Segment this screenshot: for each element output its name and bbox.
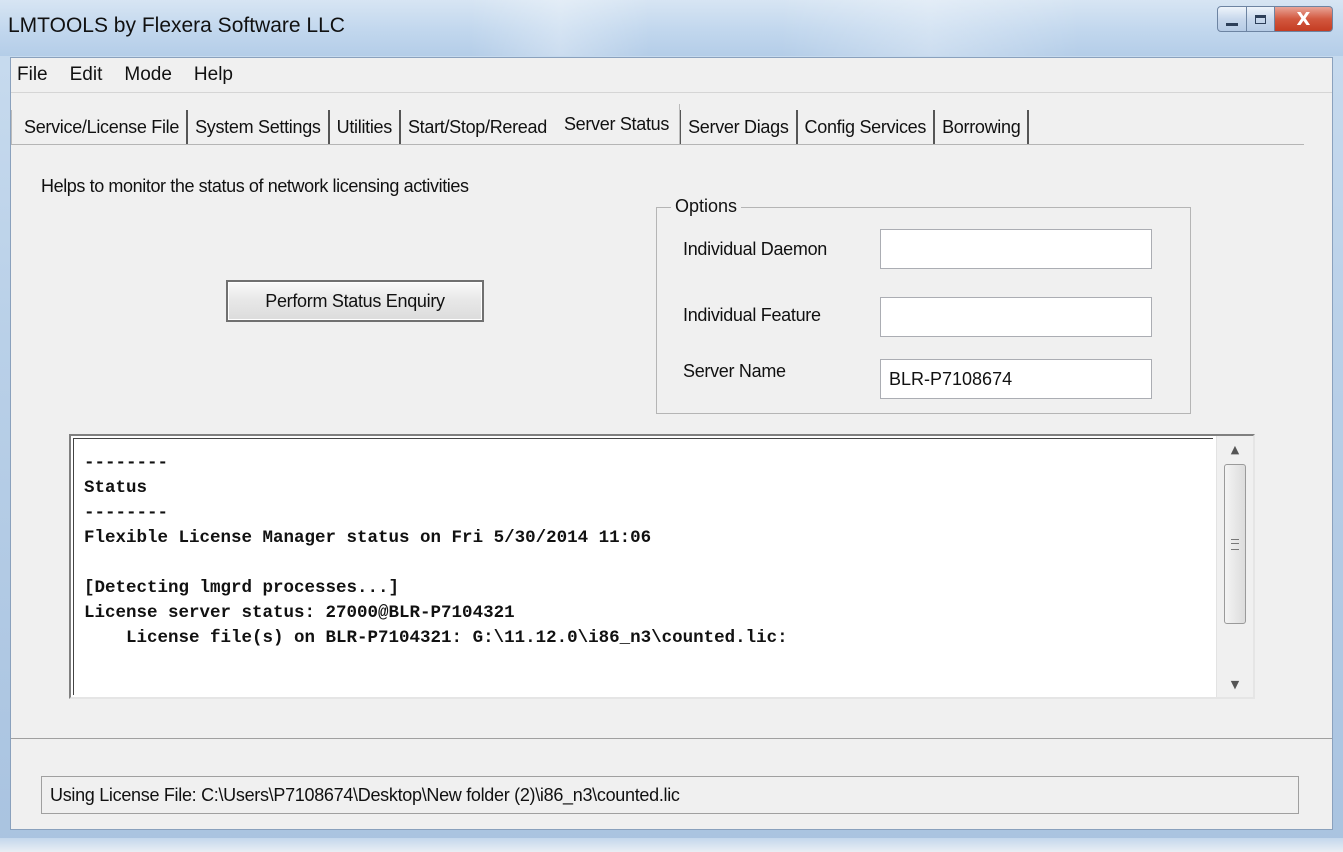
- menu-mode[interactable]: Mode: [114, 64, 184, 86]
- perform-status-enquiry-button[interactable]: Perform Status Enquiry: [226, 280, 484, 322]
- window-controls: X: [1217, 6, 1333, 32]
- individual-feature-label: Individual Feature: [683, 305, 821, 325]
- close-button[interactable]: X: [1275, 6, 1333, 32]
- options-legend: Options: [671, 196, 742, 217]
- minimize-button[interactable]: [1217, 6, 1247, 32]
- server-name-input[interactable]: [880, 359, 1152, 399]
- title-bar[interactable]: LMTOOLS by Flexera Software LLC X: [0, 0, 1343, 56]
- individual-daemon-input[interactable]: [880, 229, 1152, 269]
- title-bar-glare: [780, 0, 1080, 56]
- tab-server-status[interactable]: Server Status: [553, 104, 681, 144]
- scroll-down-button[interactable]: ▼: [1217, 671, 1253, 697]
- status-output-text: -------- Status -------- Flexible Licens…: [84, 453, 788, 648]
- individual-feature-input[interactable]: [880, 297, 1152, 337]
- options-group: Options Individual Daemon Individual Fea…: [656, 196, 1191, 414]
- tab-service-license-file[interactable]: Service/License File: [11, 110, 189, 144]
- tab-utilities[interactable]: Utilities: [330, 110, 401, 144]
- scroll-down-icon: ▼: [1230, 677, 1240, 691]
- status-output-text-area: -------- Status -------- Flexible Licens…: [73, 438, 1213, 695]
- scroll-grip-icon: [1231, 538, 1239, 550]
- license-file-status-bar: Using License File: C:\Users\P7108674\De…: [41, 776, 1299, 814]
- tab-system-settings[interactable]: System Settings: [188, 110, 330, 144]
- window-title: LMTOOLS by Flexera Software LLC: [8, 14, 345, 37]
- dialog-client-area: File Edit Mode Help Service/License File…: [10, 57, 1333, 830]
- tab-borrowing[interactable]: Borrowing: [935, 110, 1030, 144]
- app-window: LMTOOLS by Flexera Software LLC X File E…: [0, 0, 1343, 852]
- panel-divider: [11, 738, 1332, 739]
- menu-help[interactable]: Help: [184, 64, 245, 86]
- panel-description: Helps to monitor the status of network l…: [41, 176, 469, 196]
- status-output-box[interactable]: -------- Status -------- Flexible Licens…: [69, 434, 1255, 699]
- output-scrollbar[interactable]: ▲ ▼: [1216, 436, 1253, 697]
- scroll-up-icon: ▲: [1230, 442, 1240, 456]
- scroll-up-button[interactable]: ▲: [1217, 436, 1253, 462]
- tab-start-stop-reread[interactable]: Start/Stop/Reread: [401, 110, 554, 144]
- server-name-label: Server Name: [683, 361, 786, 381]
- menu-file[interactable]: File: [11, 64, 60, 86]
- window-bottom-edge: [0, 838, 1343, 852]
- individual-daemon-label: Individual Daemon: [683, 239, 827, 259]
- maximize-button[interactable]: [1247, 6, 1275, 32]
- scrollbar-thumb[interactable]: [1224, 464, 1246, 624]
- tab-panel-border: [11, 144, 1304, 145]
- tab-server-diags[interactable]: Server Diags: [680, 110, 798, 144]
- maximize-icon: [1255, 14, 1266, 24]
- title-bar-glare: [470, 0, 650, 56]
- tab-strip: Service/License File System Settings Uti…: [11, 102, 1030, 144]
- minimize-icon: [1226, 22, 1238, 26]
- tab-config-services[interactable]: Config Services: [798, 110, 936, 144]
- menu-bar: File Edit Mode Help: [11, 58, 1332, 93]
- menu-edit[interactable]: Edit: [60, 64, 115, 86]
- close-icon: X: [1296, 8, 1311, 30]
